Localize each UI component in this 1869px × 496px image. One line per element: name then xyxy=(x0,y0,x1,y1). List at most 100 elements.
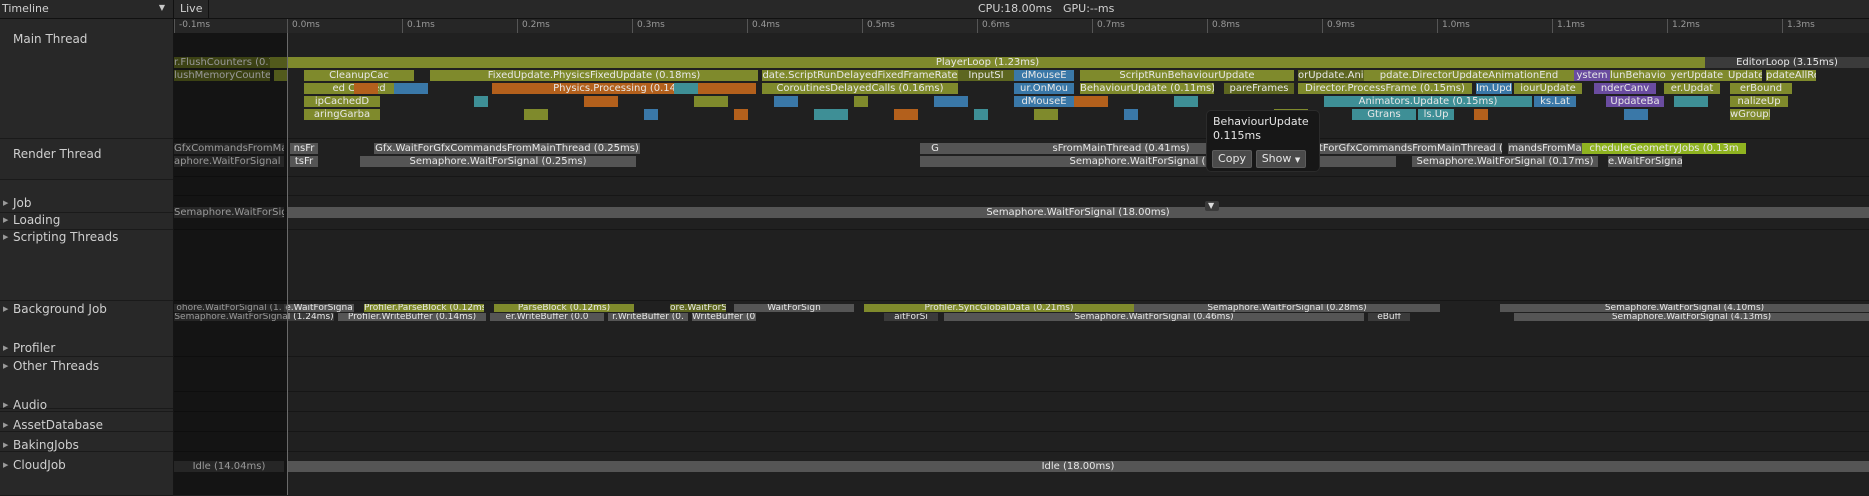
profiler-sample-marker[interactable]: Profiler.WriteBuffer (0.14ms) xyxy=(338,313,486,321)
profiler-sample-marker[interactable] xyxy=(1474,109,1488,120)
group-render-thread[interactable]: Render Thread xyxy=(0,138,173,180)
profiler-sample-marker[interactable]: Animators.Update (0.15ms) xyxy=(1324,96,1532,107)
profiler-sample-marker[interactable]: pdateAllRe xyxy=(1766,70,1816,81)
profiler-sample-marker[interactable] xyxy=(854,96,868,107)
profiler-sample-marker[interactable] xyxy=(674,83,698,94)
show-dropdown-button[interactable]: Show ▼ xyxy=(1256,150,1306,168)
profiler-sample-marker[interactable] xyxy=(524,109,548,120)
profiler-sample-marker[interactable] xyxy=(1034,109,1058,120)
profiler-sample-marker[interactable]: Semaphore.WaitForSignal (4.10ms) xyxy=(1500,304,1869,312)
profiler-sample-marker[interactable]: ystem xyxy=(1574,70,1610,81)
group-assetdatabase[interactable]: ▶ AssetDatabase xyxy=(0,411,173,432)
profiler-sample-marker[interactable]: aitForSi xyxy=(884,313,938,321)
profiler-sample-marker[interactable]: Semaphore.WaitForSignal (0.25ms) xyxy=(360,156,636,167)
profiler-sample-marker[interactable] xyxy=(354,83,378,94)
profiler-sample-marker[interactable] xyxy=(474,96,488,107)
profiler-sample-marker[interactable] xyxy=(1174,96,1198,107)
profiler-sample-marker[interactable]: date.ScriptRunDelayedFixedFrameRate xyxy=(762,70,958,81)
profiler-sample-marker[interactable]: wGroupl xyxy=(1730,109,1770,120)
profiler-sample-marker[interactable] xyxy=(974,109,988,120)
group-scripting-threads[interactable]: ▶ Scripting Threads xyxy=(0,229,173,301)
group-audio[interactable]: ▶ Audio xyxy=(0,391,173,412)
profiler-sample-marker[interactable]: Im.Updat xyxy=(1476,83,1512,94)
profiler-sample-marker[interactable]: Semaphore.WaitForSignal (0.46ms) xyxy=(944,313,1364,321)
group-bakingjobs[interactable]: ▶ BakingJobs xyxy=(0,431,173,452)
profiler-sample-marker[interactable]: cheduleGeometryJobs (0.13m xyxy=(1582,143,1746,154)
profiler-sample-marker[interactable] xyxy=(394,83,428,94)
profiler-sample-marker[interactable]: Semaphore.WaitForSignal (4.13ms) xyxy=(1514,313,1869,321)
profiler-sample-marker[interactable] xyxy=(644,109,658,120)
profiler-sample-marker[interactable]: ore.WaitForSignal (0. xyxy=(670,304,726,312)
profiler-sample-marker[interactable]: FixedUpdate.PhysicsFixedUpdate (0.18ms) xyxy=(430,70,758,81)
group-cloudjob[interactable]: ▶ CloudJob xyxy=(0,451,173,496)
profiler-sample-marker[interactable]: CoroutinesDelayedCalls (0.16ms) xyxy=(762,83,958,94)
profiler-sample-marker[interactable]: UpdateBa xyxy=(1606,96,1664,107)
profiler-sample-marker[interactable]: InputSI xyxy=(958,70,1014,81)
profiler-sample-marker[interactable] xyxy=(584,96,618,107)
group-main-thread[interactable]: Main Thread xyxy=(0,19,173,139)
profiler-sample-marker[interactable]: CleanupCac xyxy=(304,70,414,81)
profiler-sample-marker[interactable]: Director.ProcessFrame (0.15ms) xyxy=(1298,83,1472,94)
profiler-sample-marker[interactable]: aringGarba xyxy=(304,109,380,120)
profiler-sample-marker[interactable]: er.Updat xyxy=(1664,83,1720,94)
profiler-sample-marker[interactable] xyxy=(1124,109,1138,120)
profiler-sample-marker[interactable]: e.WaitForSigna xyxy=(284,304,354,312)
profiler-sample-marker[interactable] xyxy=(814,109,848,120)
profiler-sample-marker[interactable] xyxy=(774,96,798,107)
profiler-sample-marker[interactable]: nsFr xyxy=(290,143,318,154)
profiler-sample-marker[interactable]: ScriptRunBehaviourUpdate xyxy=(1080,70,1294,81)
profiler-sample-marker[interactable]: er.WriteBuffer (0.0 xyxy=(490,313,604,321)
profiler-sample-marker[interactable]: tsFr xyxy=(290,156,318,167)
profiler-sample-marker[interactable]: nderCanv xyxy=(1594,83,1656,94)
group-profiler[interactable]: ▶ Profiler xyxy=(0,336,173,357)
profiler-sample-marker[interactable]: dMouseE xyxy=(1014,70,1074,81)
profiler-sample-marker[interactable]: Semaphore.WaitForSignal (18.00ms) xyxy=(287,207,1869,218)
group-loading[interactable]: ▶ Loading xyxy=(0,212,173,230)
profiler-sample-marker[interactable] xyxy=(694,96,728,107)
profiler-sample-marker[interactable]: nalizeUp xyxy=(1730,96,1788,107)
profiler-sample-marker[interactable]: mandsFromMa xyxy=(1508,143,1582,154)
profiler-sample-marker[interactable]: lunBehaviou xyxy=(1610,70,1666,81)
profiler-sample-marker[interactable]: Gtrans xyxy=(1352,109,1416,120)
profiler-sample-marker[interactable]: eBuff xyxy=(1368,313,1410,321)
profiler-sample-marker[interactable]: WriteBuffer (0. xyxy=(692,313,756,321)
profiler-sample-marker[interactable]: yerUpdate xyxy=(1666,70,1728,81)
profiler-sample-marker[interactable]: ParseBlock (0.12ms) xyxy=(494,304,634,312)
profiler-sample-marker[interactable]: Update xyxy=(1728,70,1762,81)
profiler-sample-marker[interactable]: ls.Up xyxy=(1418,109,1454,120)
profiler-sample-marker[interactable]: BehaviourUpdate (0.11ms) xyxy=(1080,83,1214,94)
profiler-sample-marker[interactable]: Profiler.ParseBlock (0.12ms) xyxy=(364,304,484,312)
profiler-sample-marker[interactable]: Profiler.SyncGlobalData (0.21ms) xyxy=(864,304,1134,312)
expand-thread-button[interactable]: ▼ xyxy=(1205,201,1219,211)
timeline-view[interactable]: -0.1ms 0.0ms 0.1ms 0.2ms 0.3ms 0.4ms 0.5… xyxy=(174,19,1869,495)
profiler-sample-marker[interactable]: aitForGfxCommandsFromMainThread (0. xyxy=(1310,143,1502,154)
profiler-sample-marker[interactable]: ipCachedD xyxy=(304,96,380,107)
profiler-sample-marker[interactable]: dMouseE xyxy=(1014,96,1074,107)
profiler-sample-marker[interactable]: EditorLoop (3.15ms) xyxy=(1705,57,1869,68)
profiler-sample-marker[interactable]: G xyxy=(920,143,950,154)
profiler-sample-marker[interactable]: iourUpdate xyxy=(1514,83,1582,94)
profiler-sample-marker[interactable]: pareFrames xyxy=(1224,83,1294,94)
group-job[interactable]: ▶ Job xyxy=(0,195,173,213)
live-toggle[interactable]: Live xyxy=(174,0,209,18)
profiler-sample-marker[interactable]: e.WaitForSigna xyxy=(1608,156,1682,167)
profiler-sample-marker[interactable]: Semaphore.WaitForSignal (0.41ms) xyxy=(920,156,1396,167)
profiler-sample-marker[interactable]: ks.Lat xyxy=(1534,96,1576,107)
profiler-sample-marker[interactable]: pdate.DirectorUpdateAnimationEnd xyxy=(1364,70,1574,81)
profiler-sample-marker[interactable] xyxy=(1674,96,1708,107)
view-mode-dropdown[interactable]: Timeline ▼ xyxy=(0,0,174,18)
profiler-sample-marker[interactable] xyxy=(1074,96,1108,107)
profiler-sample-marker[interactable]: orUpdate.Anim xyxy=(1298,70,1364,81)
profiler-sample-marker[interactable]: Semaphore.WaitForSignal (0.28ms) xyxy=(1134,304,1440,312)
profiler-sample-marker[interactable] xyxy=(1624,109,1648,120)
profiler-sample-marker[interactable] xyxy=(894,109,918,120)
profiler-sample-marker[interactable]: r.WriteBuffer (0. xyxy=(608,313,688,321)
profiler-sample-marker[interactable] xyxy=(934,96,968,107)
profiler-sample-marker[interactable]: erBound xyxy=(1730,83,1792,94)
profiler-sample-marker[interactable] xyxy=(734,109,748,120)
profiler-sample-marker[interactable]: Idle (18.00ms) xyxy=(287,461,1869,472)
profiler-sample-marker[interactable]: ur.OnMou xyxy=(1014,83,1074,94)
profiler-sample-marker[interactable]: Gfx.WaitForGfxCommandsFromMainThread (0.… xyxy=(374,143,640,154)
profiler-sample-marker[interactable]: WaitForSign xyxy=(734,304,854,312)
time-ruler[interactable]: -0.1ms 0.0ms 0.1ms 0.2ms 0.3ms 0.4ms 0.5… xyxy=(174,19,1869,33)
